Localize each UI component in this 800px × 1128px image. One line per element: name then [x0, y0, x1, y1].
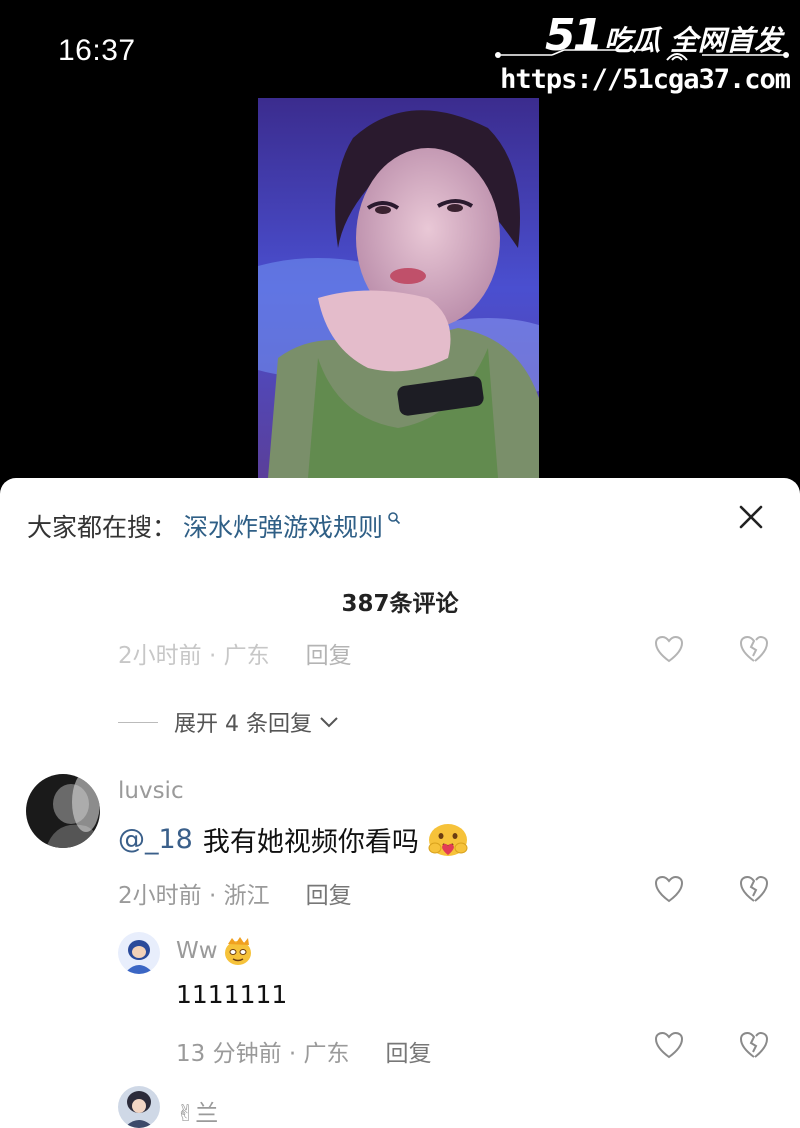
comment-time-location: 2小时前 · 浙江: [118, 883, 270, 909]
heart-icon[interactable]: [653, 634, 685, 664]
reply-time-location: 13 分钟前 · 广东: [176, 1041, 350, 1067]
mention-link[interactable]: @_18: [118, 824, 193, 855]
reply-username[interactable]: ✌兰: [176, 1094, 218, 1128]
comment-username[interactable]: luvsic: [118, 778, 184, 804]
chevron-down-icon: [320, 717, 338, 728]
avatar-image: [118, 1086, 160, 1128]
broken-heart-icon[interactable]: [738, 634, 770, 664]
reply-meta: 13 分钟前 · 广东 回复: [176, 1034, 432, 1068]
comment-sheet: 大家都在搜： 深水炸弹游戏规则 387条评论 2小时前 · 广东 回复 展开 4…: [0, 478, 800, 1128]
reply-text: 1111111: [176, 980, 288, 1009]
status-time: 16:37: [58, 34, 136, 67]
close-icon[interactable]: [736, 502, 766, 532]
avatar-image: [118, 932, 160, 974]
comment-time-location: 2小时前 · 广东: [118, 643, 270, 669]
comment-count: 387条评论: [341, 591, 459, 617]
search-suggestion[interactable]: 大家都在搜： 深水炸弹游戏规则: [27, 508, 401, 544]
avatar[interactable]: [118, 1086, 160, 1128]
comment-meta-partial: 2小时前 · 广东 回复: [118, 636, 352, 670]
watermark-url: https://51cga37.com: [500, 64, 791, 95]
watermark: 51 吃瓜 全网首发 https://51cga37.com: [492, 6, 792, 98]
broken-heart-icon[interactable]: [738, 874, 770, 904]
reply-button[interactable]: 回复: [306, 876, 352, 910]
reply-button[interactable]: 回复: [306, 636, 352, 670]
divider-line: [118, 721, 158, 723]
emoji-icon: [428, 823, 468, 856]
reply-button[interactable]: 回复: [386, 1034, 432, 1068]
video-thumbnail[interactable]: [258, 98, 539, 478]
avatar[interactable]: [26, 774, 100, 848]
watermark-circuit-icon: [495, 49, 789, 61]
heart-icon[interactable]: [653, 1030, 685, 1060]
broken-heart-icon[interactable]: [738, 1030, 770, 1060]
expand-replies-button[interactable]: 展开 4 条回复: [118, 706, 340, 738]
heart-icon[interactable]: [653, 874, 685, 904]
avatar[interactable]: [118, 932, 160, 974]
comment-body: 我有她视频你看吗: [202, 827, 419, 858]
comment-text: @_18 我有她视频你看吗: [118, 820, 469, 859]
emoji-icon: [224, 937, 251, 965]
search-term-link[interactable]: 深水炸弹游戏规则: [183, 508, 383, 544]
search-icon: [388, 512, 401, 525]
reply-username-row: Ww: [176, 936, 254, 966]
video-area: 16:37 51 吃瓜 全网首发 https://51cga37.com: [0, 0, 800, 478]
avatar-image: [26, 774, 100, 848]
expand-replies-label: 展开 4 条回复: [174, 712, 312, 737]
search-prefix: 大家都在搜：: [27, 513, 178, 542]
reply-username[interactable]: Ww: [176, 938, 218, 964]
comment-meta: 2小时前 · 浙江 回复: [118, 876, 352, 910]
